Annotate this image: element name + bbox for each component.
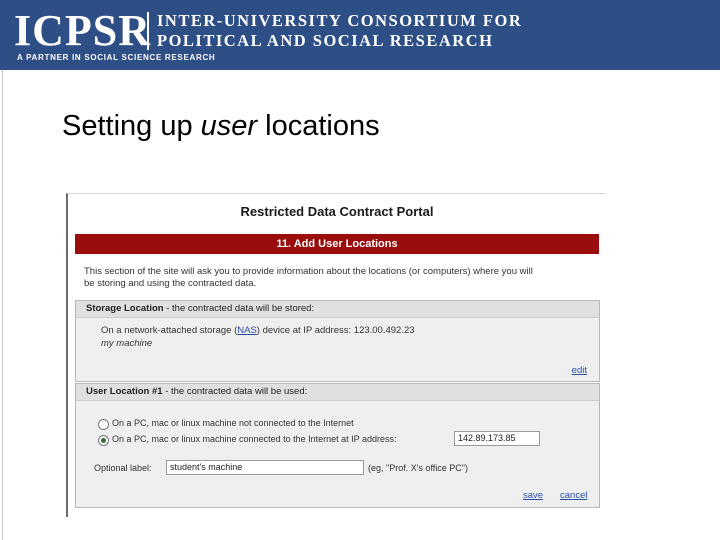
optional-label-caption: Optional label: (94, 463, 152, 473)
storage-heading-bold: Storage Location (86, 303, 164, 314)
storage-desc-post: ) device at IP address: 123.00.492.23 (256, 325, 415, 336)
step-header: 11. Add User Locations (75, 234, 599, 254)
portal-title: Restricted Data Contract Portal (240, 204, 434, 219)
org-name-line1: INTER-UNIVERSITY CONSORTIUM FOR (157, 11, 523, 30)
header-banner: ICPSR INTER-UNIVERSITY CONSORTIUM FOR PO… (0, 0, 720, 70)
save-link[interactable]: save (523, 490, 543, 501)
user-location-heading: User Location #1 - the contracted data w… (76, 384, 599, 401)
edit-link[interactable]: edit (572, 365, 587, 376)
org-name: INTER-UNIVERSITY CONSORTIUM FOR POLITICA… (157, 11, 522, 51)
intro-line-1: This section of the site will ask you to… (84, 266, 533, 277)
storage-location-panel: Storage Location - the contracted data w… (75, 300, 600, 382)
tagline: A PARTNER IN SOCIAL SCIENCE RESEARCH (17, 53, 216, 62)
user-heading-rest: - the contracted data will be used: (162, 386, 308, 397)
slide-title: Setting up user locations (62, 108, 380, 144)
logo-divider (147, 12, 149, 50)
storage-machine-name: my machine (101, 338, 153, 349)
radio-connected[interactable] (98, 435, 109, 446)
icpsr-logo: ICPSR (14, 6, 152, 55)
radio-not-connected[interactable] (98, 419, 109, 430)
option-connected-label: On a PC, mac or linux machine connected … (112, 434, 397, 444)
org-name-line2: POLITICAL AND SOCIAL RESEARCH (157, 31, 494, 50)
option-not-connected-label: On a PC, mac or linux machine not connec… (112, 418, 354, 428)
nas-link[interactable]: NAS (237, 325, 257, 336)
user-location-panel: User Location #1 - the contracted data w… (75, 383, 600, 508)
slide-title-emphasis: user (200, 110, 258, 142)
slide-title-post: locations (257, 110, 380, 142)
storage-location-heading: Storage Location - the contracted data w… (76, 301, 599, 318)
storage-heading-rest: - the contracted data will be stored: (163, 303, 315, 314)
left-rule (2, 70, 3, 540)
user-heading-bold: User Location #1 (86, 386, 163, 397)
ip-address-input[interactable]: 142.89.173.85 (454, 431, 540, 446)
storage-desc-pre: On a network-attached storage ( (101, 325, 238, 336)
intro-line-2: be storing and using the contracted data… (84, 278, 257, 289)
optional-label-input[interactable]: student's machine (166, 460, 364, 475)
optional-label-hint: (eg, "Prof. X's office PC") (368, 463, 468, 473)
intro-text: This section of the site will ask you to… (84, 266, 598, 290)
storage-description: On a network-attached storage (NAS) devi… (101, 325, 415, 336)
slide-title-pre: Setting up (62, 110, 201, 142)
cancel-link[interactable]: cancel (560, 490, 587, 501)
portal-screenshot: Restricted Data Contract Portal 11. Add … (66, 193, 606, 517)
